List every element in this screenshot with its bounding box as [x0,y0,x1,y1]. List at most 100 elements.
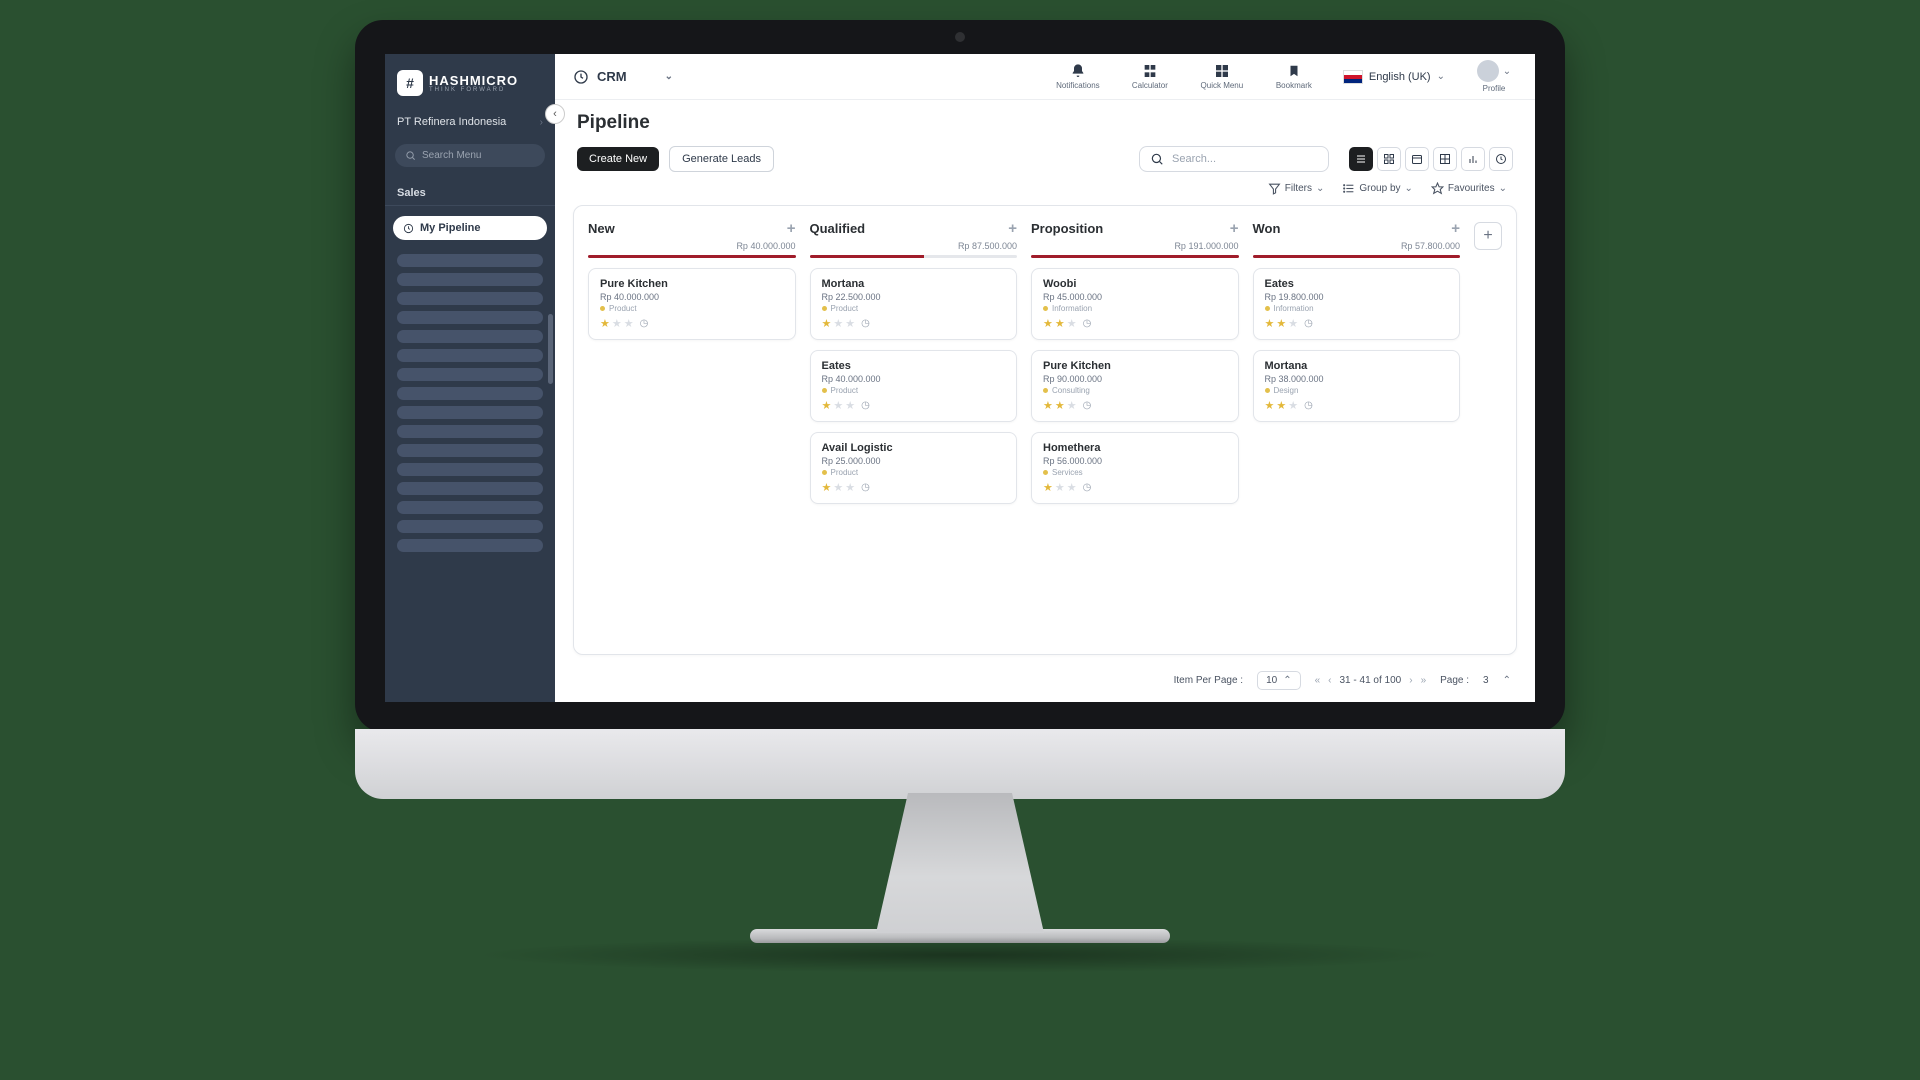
card-title: Mortana [1265,360,1449,372]
groupby-button[interactable]: Group by ⌄ [1342,182,1413,195]
clock-icon: ◷ [861,400,870,411]
column-header: Proposition + [1031,220,1239,237]
star-icon: ★ [845,317,855,330]
column-header: Qualified + [810,220,1018,237]
kanban-column: New + Rp 40.000.000 Pure Kitchen Rp 40.0… [588,220,796,636]
sidebar-scrollbar[interactable] [548,314,553,384]
add-column-button[interactable]: + [1474,222,1502,250]
lead-card[interactable]: Avail Logistic Rp 25.000.000 Product ★★★… [810,432,1018,504]
view-activity-button[interactable] [1489,147,1513,171]
star-icon [1431,182,1444,195]
column-total: Rp 87.500.000 [810,241,1018,251]
lead-card[interactable]: Pure Kitchen Rp 90.000.000 Consulting ★★… [1031,350,1239,422]
lead-card[interactable]: Mortana Rp 22.500.000 Product ★★★◷ [810,268,1018,340]
pager-last-button[interactable]: » [1421,675,1427,686]
card-amount: Rp 22.500.000 [822,292,1006,302]
favourites-button[interactable]: Favourites ⌄ [1431,182,1507,195]
pager-next-button[interactable]: › [1409,675,1412,686]
lead-card[interactable]: Eates Rp 40.000.000 Product ★★★◷ [810,350,1018,422]
imac-frame: ‹ # HASHMICRO THINK FORWARD PT Refinera … [355,20,1565,973]
column-total: Rp 40.000.000 [588,241,796,251]
filters-button[interactable]: Filters ⌄ [1268,182,1325,195]
card-title: Eates [1265,278,1449,290]
view-calendar-button[interactable] [1405,147,1429,171]
kanban-column: Won + Rp 57.800.000 Eates Rp 19.800.000 … [1253,220,1461,636]
chevron-up-icon: ⌃ [1283,675,1291,686]
star-icon: ★ [1055,481,1065,494]
module-selector[interactable]: CRM ⌄ [573,69,693,85]
generate-leads-button[interactable]: Generate Leads [669,146,774,172]
column-header: Won + [1253,220,1461,237]
card-amount: Rp 19.800.000 [1265,292,1449,302]
profile-button[interactable]: ⌄ Profile [1471,60,1517,93]
column-progress [1253,255,1461,258]
app-screen: ‹ # HASHMICRO THINK FORWARD PT Refinera … [385,54,1535,702]
star-icon: ★ [1043,481,1053,494]
pager-first-button[interactable]: « [1315,675,1321,686]
sidebar-search-placeholder: Search Menu [422,150,481,161]
card-footer: ★★★◷ [1265,399,1449,412]
brand-tagline: THINK FORWARD [429,87,518,93]
chevron-down-icon: ⌄ [665,71,673,82]
view-kanban-button[interactable] [1377,147,1401,171]
sidebar-collapse-button[interactable]: ‹ [545,104,565,124]
column-add-button[interactable]: + [787,220,796,237]
create-new-button[interactable]: Create New [577,147,659,171]
star-icon: ★ [822,399,832,412]
card-tag: Consulting [1043,386,1227,395]
star-icon: ★ [1276,317,1286,330]
lead-card[interactable]: Homethera Rp 56.000.000 Services ★★★◷ [1031,432,1239,504]
lead-card[interactable]: Eates Rp 19.800.000 Information ★★★◷ [1253,268,1461,340]
lead-card[interactable]: Mortana Rp 38.000.000 Design ★★★◷ [1253,350,1461,422]
sidebar-item-my-pipeline[interactable]: My Pipeline [393,216,547,240]
lead-card[interactable]: Woobi Rp 45.000.000 Information ★★★◷ [1031,268,1239,340]
quick-menu-button[interactable]: Quick Menu [1199,63,1245,90]
card-amount: Rp 56.000.000 [1043,456,1227,466]
card-tag: Product [822,304,1006,313]
card-tag: Information [1043,304,1227,313]
column-total: Rp 57.800.000 [1253,241,1461,251]
notifications-button[interactable]: Notifications [1055,63,1101,90]
sidebar-placeholder-list [385,244,555,702]
per-page-value: 10 [1266,675,1277,686]
column-add-button[interactable]: + [1230,220,1239,237]
column-title: New [588,221,615,236]
language-selector[interactable]: English (UK) ⌄ [1343,70,1445,84]
view-list-button[interactable] [1349,147,1373,171]
sidebar: ‹ # HASHMICRO THINK FORWARD PT Refinera … [385,54,555,702]
chevron-down-icon: ⌄ [1499,183,1507,194]
star-icon: ★ [833,399,843,412]
search-input[interactable]: Search... [1139,146,1329,172]
star-icon: ★ [1265,399,1275,412]
star-icon: ★ [845,481,855,494]
card-amount: Rp 90.000.000 [1043,374,1227,384]
column-add-button[interactable]: + [1008,220,1017,237]
filters-label: Filters [1285,183,1312,194]
per-page-selector[interactable]: 10 ⌃ [1257,671,1301,690]
column-progress [810,255,1018,258]
card-footer: ★★★◷ [1043,399,1227,412]
card-tag: Product [822,386,1006,395]
card-amount: Rp 38.000.000 [1265,374,1449,384]
star-icon: ★ [1067,481,1077,494]
search-placeholder: Search... [1172,153,1216,165]
column-add-button[interactable]: + [1451,220,1460,237]
calculator-button[interactable]: Calculator [1127,63,1173,90]
pager-prev-button[interactable]: ‹ [1328,675,1331,686]
imac-chin [355,729,1565,799]
view-chart-button[interactable] [1461,147,1485,171]
sidebar-search[interactable]: Search Menu [395,144,545,167]
brand-logo: # HASHMICRO THINK FORWARD [385,54,555,108]
pager: « ‹ 31 - 41 of 100 › » [1315,675,1427,686]
bookmark-button[interactable]: Bookmark [1271,63,1317,90]
star-icon: ★ [1288,399,1298,412]
card-amount: Rp 45.000.000 [1043,292,1227,302]
lead-card[interactable]: Pure Kitchen Rp 40.000.000 Product ★★★◷ [588,268,796,340]
star-icon: ★ [624,317,634,330]
card-title: Mortana [822,278,1006,290]
chevron-down-icon: ⌄ [1405,183,1413,194]
clock-icon: ◷ [1083,482,1092,493]
tb-label: Notifications [1056,81,1100,90]
view-grid-button[interactable] [1433,147,1457,171]
company-selector[interactable]: PT Refinera Indonesia › [385,108,555,136]
